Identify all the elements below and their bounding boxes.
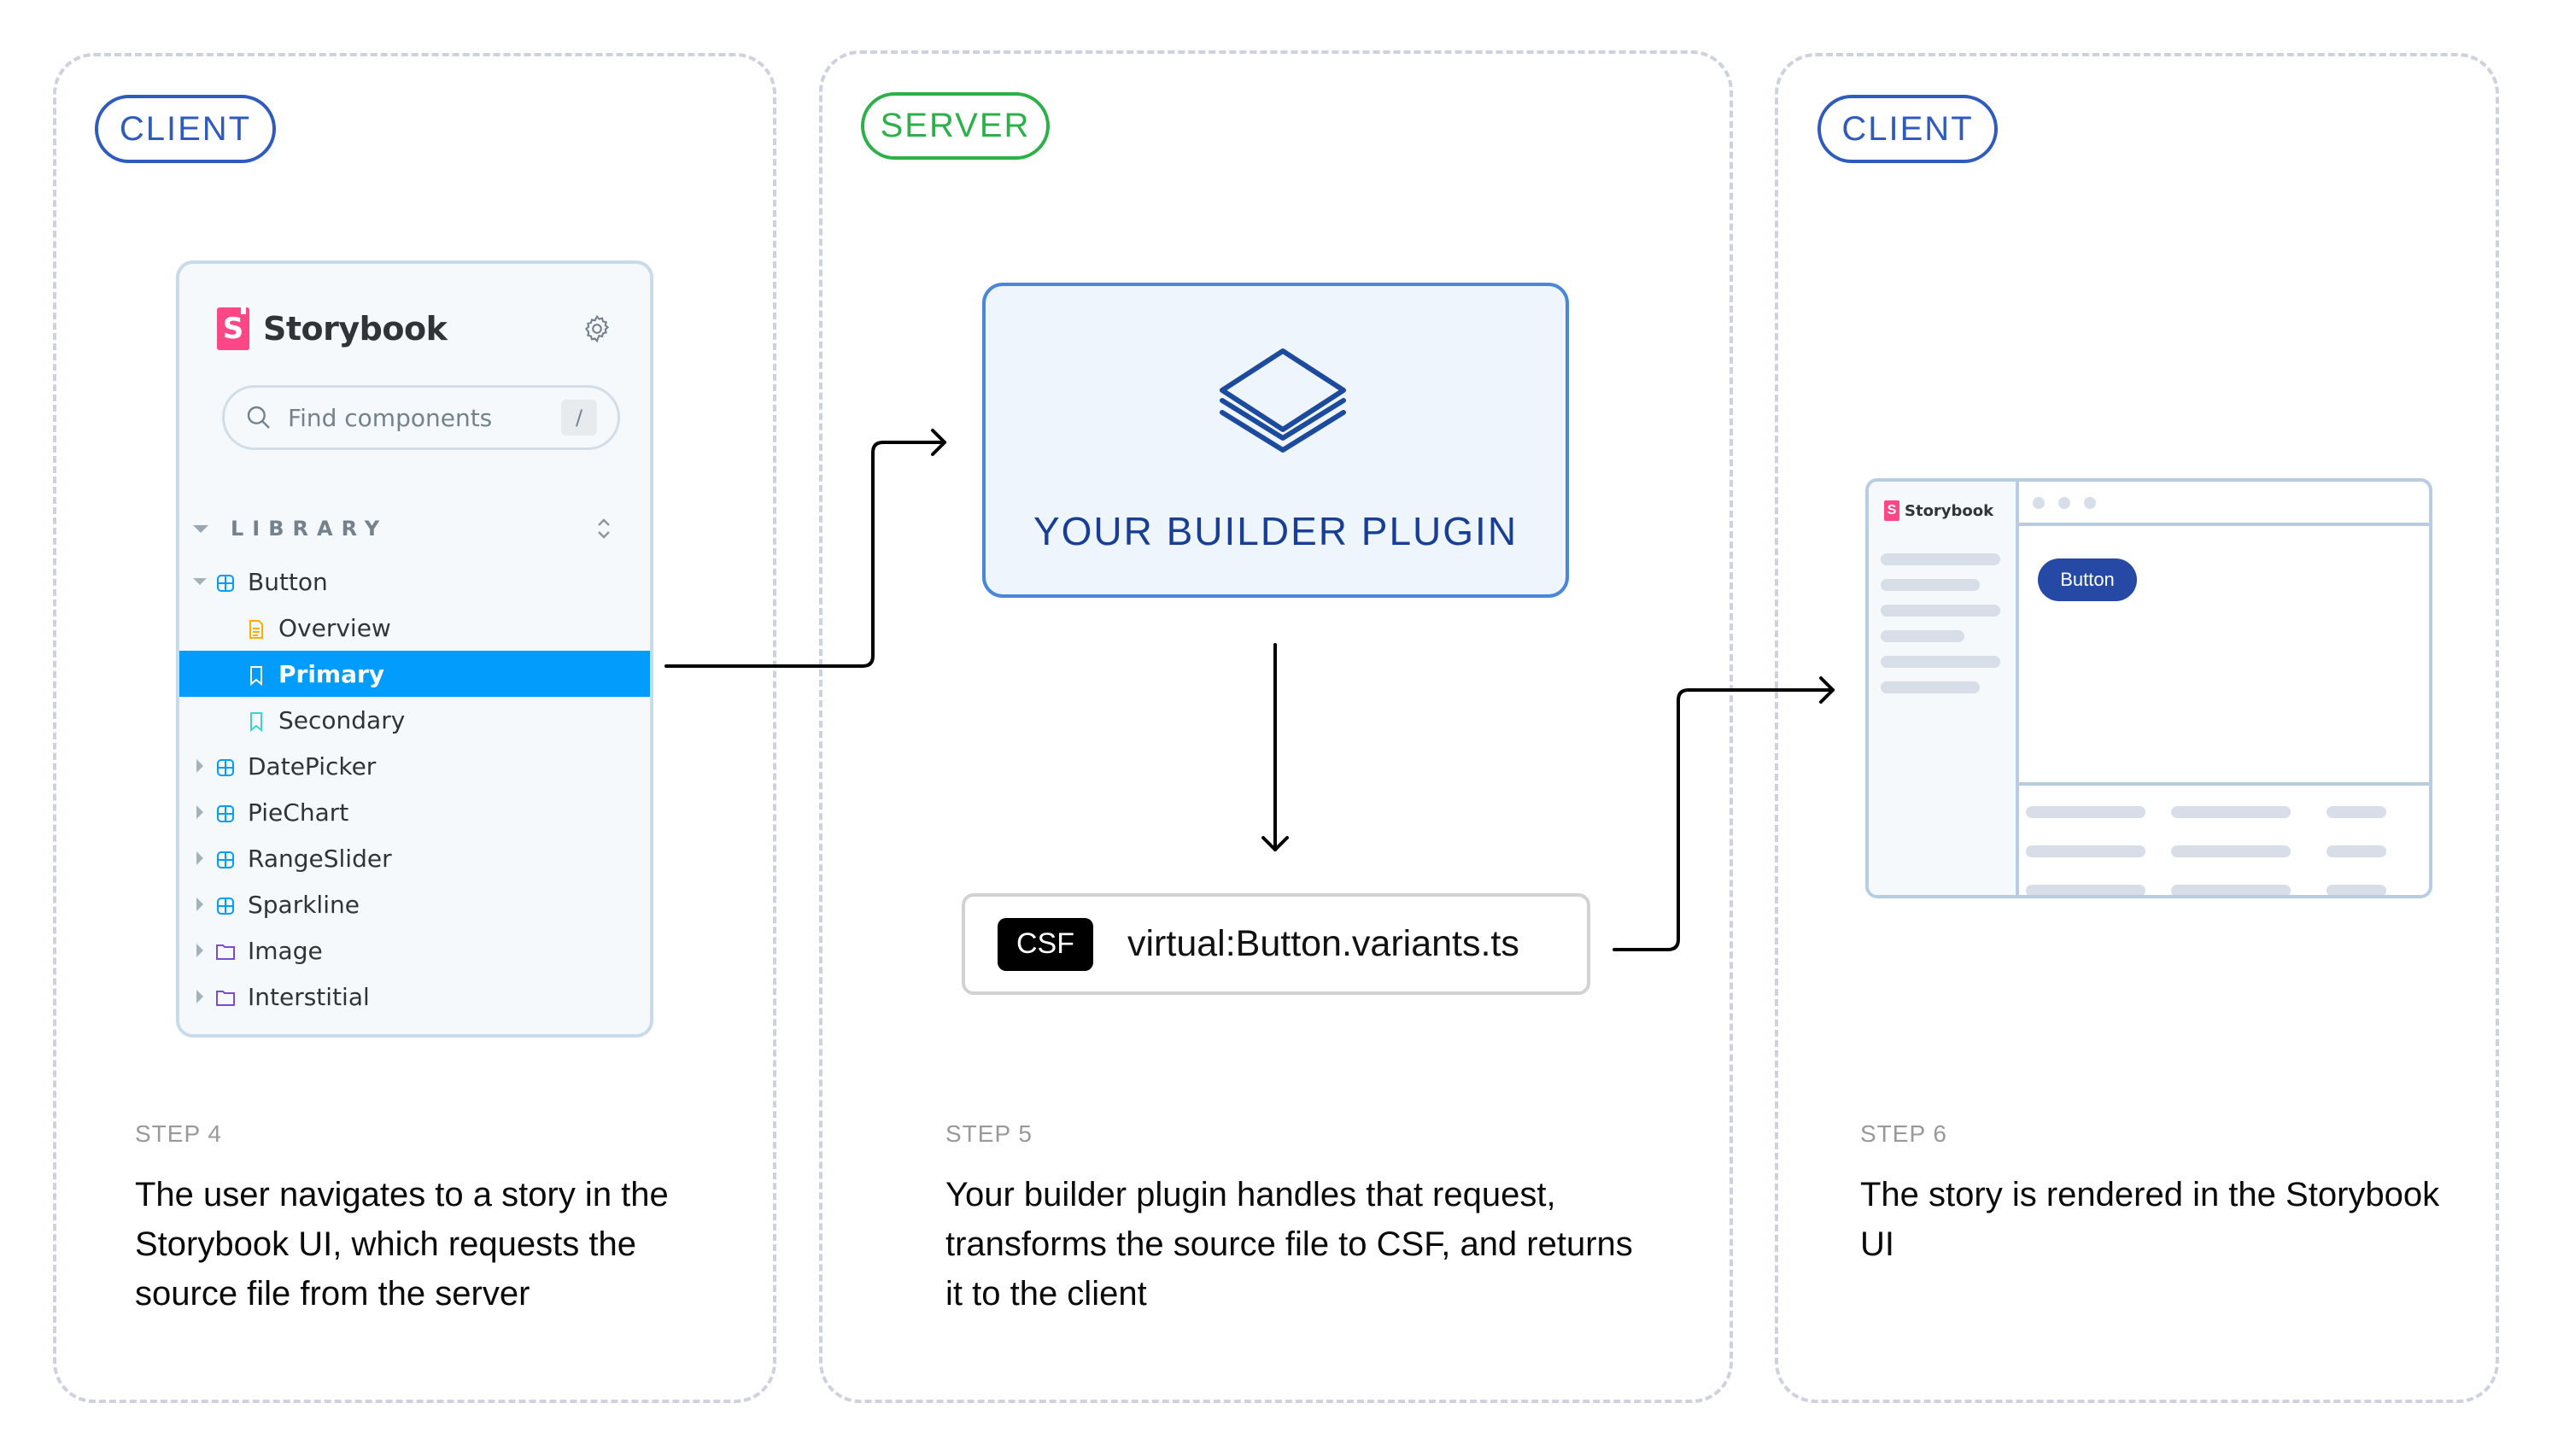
window-dot-icon — [2033, 497, 2045, 509]
step-description: Your builder plugin handles that request… — [945, 1176, 1633, 1313]
search-input[interactable]: Find components / — [222, 385, 620, 450]
chevron-right-icon[interactable] — [196, 944, 203, 957]
storybook-logo-icon: S — [1884, 500, 1899, 521]
library-section-header[interactable]: LIBRARY — [179, 512, 650, 546]
client-badge: CLIENT — [95, 95, 276, 163]
shortcut-key: / — [561, 400, 597, 436]
step-5: STEP 5 Your builder plugin handles that … — [945, 1120, 1646, 1319]
server-badge: SERVER — [861, 92, 1050, 160]
step-label: STEP 4 — [135, 1120, 222, 1147]
rendered-button[interactable]: Button — [2038, 558, 2137, 601]
sidebar-item-label: Primary — [278, 659, 385, 688]
sidebar-item-label: Image — [248, 936, 323, 965]
sidebar-item-label: Overview — [278, 613, 391, 642]
placeholder-bar — [1881, 605, 2000, 617]
mini-toolbar — [2019, 482, 2429, 526]
bookmark-icon — [246, 710, 266, 733]
placeholder-bar — [2327, 845, 2386, 857]
mini-addons-panel — [2019, 782, 2429, 895]
placeholder-bar — [2327, 885, 2386, 895]
window-dot-icon — [2084, 497, 2096, 509]
sidebar-item-label: Interstitial — [248, 982, 370, 1011]
component-icon — [215, 848, 236, 868]
step-description: The user navigates to a story in the Sto… — [135, 1176, 669, 1313]
component-icon — [215, 894, 236, 915]
client-badge: CLIENT — [1817, 95, 1998, 163]
csf-filename: virtual:Button.variants.ts — [1127, 923, 1519, 964]
sidebar-item-label: Secondary — [278, 705, 406, 734]
sidebar-item-piechart[interactable]: PieChart — [179, 789, 650, 835]
sidebar-item-secondary[interactable]: Secondary — [179, 697, 650, 743]
sidebar-item-button[interactable]: Button — [179, 558, 650, 605]
sidebar-item-label: Button — [248, 567, 328, 596]
layers-icon — [1220, 348, 1346, 453]
mini-storybook-title: Storybook — [1905, 501, 1994, 520]
placeholder-bar — [1881, 579, 1980, 591]
sidebar-item-sparkline[interactable]: Sparkline — [179, 881, 650, 927]
sidebar-item-rangeslider[interactable]: RangeSlider — [179, 835, 650, 881]
chevron-right-icon[interactable] — [196, 898, 203, 911]
csf-file-box: CSF virtual:Button.variants.ts — [962, 893, 1590, 995]
sidebar-item-label: PieChart — [248, 798, 349, 827]
sidebar-header: S Storybook — [217, 305, 612, 353]
rendered-storybook-ui: S Storybook Button — [1865, 478, 2432, 898]
component-icon — [215, 756, 236, 776]
window-dot-icon — [2058, 497, 2070, 509]
chevron-right-icon[interactable] — [196, 805, 203, 819]
sidebar-item-label: Sparkline — [248, 890, 360, 919]
csf-tag: CSF — [998, 917, 1093, 971]
chevron-right-icon[interactable] — [196, 759, 203, 773]
bookmark-icon — [246, 664, 266, 687]
placeholder-bar — [1881, 681, 1980, 693]
builder-plugin-label: YOUR BUILDER PLUGIN — [1033, 509, 1519, 553]
storybook-logo-icon: S — [217, 306, 249, 350]
placeholder-bar — [1881, 656, 2000, 668]
library-label: LIBRARY — [231, 517, 389, 541]
document-icon — [246, 617, 266, 639]
component-tree: Button Overview Primary Secondary DatePicker… — [179, 558, 650, 1020]
search-icon — [247, 406, 270, 429]
folder-icon — [215, 986, 236, 1007]
placeholder-bar — [2327, 806, 2386, 818]
component-icon — [215, 802, 236, 822]
builder-plugin-box: YOUR BUILDER PLUGIN — [982, 283, 1569, 598]
gear-icon[interactable] — [582, 313, 612, 344]
mini-logo-row: S Storybook — [1884, 500, 1993, 521]
sidebar-item-image[interactable]: Image — [179, 927, 650, 974]
sidebar-item-overview[interactable]: Overview — [179, 605, 650, 651]
sidebar-item-datepicker[interactable]: DatePicker — [179, 743, 650, 789]
step-label: STEP 5 — [945, 1120, 1033, 1147]
chevron-right-icon[interactable] — [196, 990, 203, 1003]
placeholder-bar — [2026, 885, 2145, 895]
component-icon — [215, 571, 236, 592]
expand-collapse-icon[interactable] — [595, 517, 612, 541]
step-label: STEP 6 — [1860, 1120, 1947, 1147]
sidebar-item-label: RangeSlider — [248, 844, 392, 873]
placeholder-bar — [2026, 845, 2145, 857]
placeholder-bar — [2171, 806, 2291, 818]
chevron-down-icon — [193, 524, 208, 533]
placeholder-bar — [2171, 885, 2291, 895]
folder-icon — [215, 940, 236, 961]
sidebar-item-interstitial[interactable]: Interstitial — [179, 974, 650, 1020]
chevron-right-icon[interactable] — [196, 851, 203, 865]
storybook-sidebar: S Storybook Find components / LIBRARY Bu… — [176, 260, 653, 1038]
chevron-down-icon[interactable] — [193, 578, 207, 585]
mini-sidebar: S Storybook — [1869, 482, 2019, 895]
sidebar-item-primary[interactable]: Primary — [179, 651, 650, 697]
placeholder-bar — [2026, 806, 2145, 818]
placeholder-bar — [2171, 845, 2291, 857]
step-description: The story is rendered in the Storybook U… — [1860, 1176, 2440, 1263]
storybook-title: Storybook — [263, 310, 448, 348]
placeholder-bar — [1881, 553, 2000, 565]
sidebar-item-label: DatePicker — [248, 751, 377, 781]
step-4: STEP 4 The user navigates to a story in … — [135, 1120, 733, 1319]
step-6: STEP 6 The story is rendered in the Stor… — [1860, 1120, 2458, 1269]
search-placeholder: Find components — [288, 403, 493, 432]
placeholder-bar — [1881, 630, 1964, 642]
